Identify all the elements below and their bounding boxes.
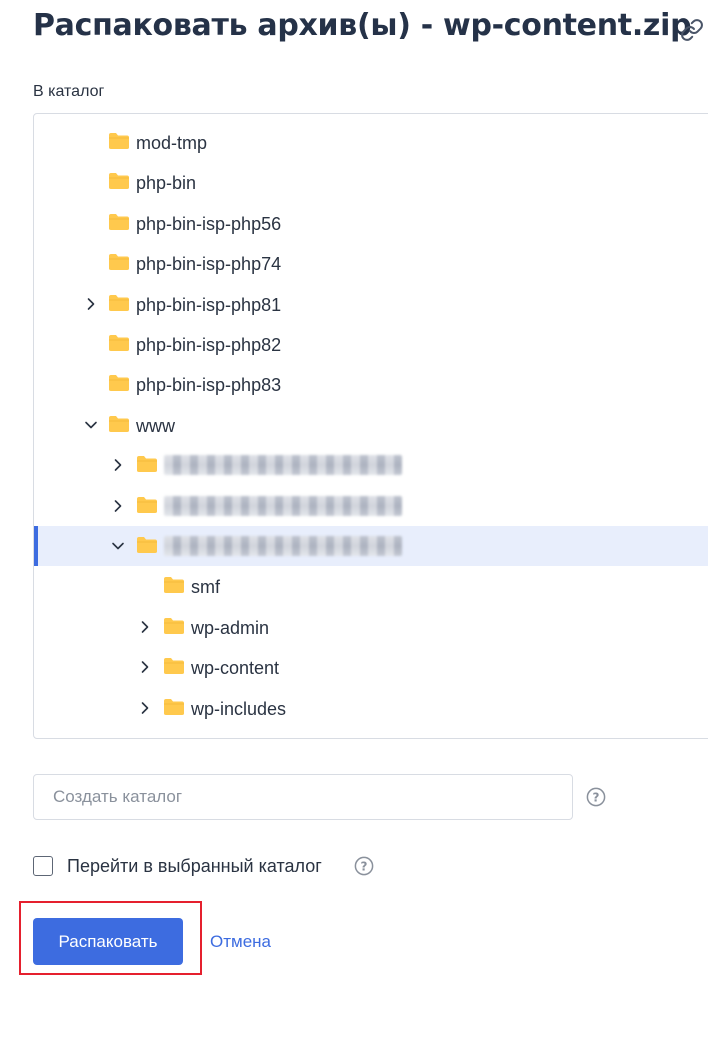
- folder-icon: [109, 335, 129, 351]
- folder-icon: [164, 698, 184, 715]
- tree-row[interactable]: php-bin-isp-php82: [34, 324, 708, 364]
- chevron-right-icon[interactable]: [111, 499, 125, 513]
- help-icon[interactable]: ?: [586, 787, 606, 807]
- tree-item-label: php-bin-isp-php82: [136, 335, 282, 355]
- dialog-title: Распаковать архив(ы) - wp-content.zip: [33, 8, 692, 43]
- tree-row[interactable]: [34, 486, 708, 526]
- redacted-folder-name: [164, 536, 402, 556]
- goto-selected-checkbox[interactable]: [33, 856, 53, 876]
- svg-text:?: ?: [593, 790, 600, 804]
- extract-button[interactable]: Распаковать: [33, 918, 183, 965]
- folder-icon: [109, 375, 129, 392]
- folder-icon: [164, 577, 184, 594]
- tree-item-label: wp-content: [191, 658, 280, 679]
- tree-item-label: mod-tmp: [136, 133, 208, 153]
- svg-text:?: ?: [361, 859, 368, 873]
- chevron-right-icon[interactable]: [138, 701, 152, 715]
- chevron-right-icon[interactable]: [111, 458, 125, 472]
- folder-icon: [109, 294, 129, 311]
- tree-row[interactable]: smf: [34, 566, 708, 606]
- tree-item-label: php-bin-isp-php83: [136, 375, 282, 396]
- tree-row[interactable]: www: [34, 405, 708, 445]
- tree-item-label: smf: [191, 577, 220, 598]
- create-directory-input[interactable]: [33, 774, 573, 820]
- chevron-down-icon[interactable]: [84, 418, 98, 432]
- folder-icon: [109, 415, 129, 432]
- tree-row[interactable]: mod-tmp: [34, 122, 708, 162]
- chevron-right-icon[interactable]: [138, 660, 152, 674]
- folder-icon: [164, 617, 184, 634]
- cancel-button[interactable]: Отмена: [210, 932, 271, 952]
- tree-row[interactable]: php-bin-isp-php56: [34, 203, 708, 243]
- tree-row[interactable]: php-bin-isp-php81: [34, 284, 708, 324]
- redacted-folder-name: [164, 495, 402, 516]
- tree-row[interactable]: php-bin-isp-php83: [34, 364, 708, 404]
- folder-icon: [109, 173, 129, 190]
- folder-icon: [109, 254, 129, 271]
- tree-item-label: wp-includes: [191, 698, 287, 719]
- redacted-folder-name: [164, 455, 402, 476]
- tree-item-label: php-bin-isp-php56: [136, 213, 282, 234]
- help-icon[interactable]: ?: [354, 856, 374, 876]
- tree-item-label: www: [136, 415, 175, 436]
- folder-icon: [137, 456, 157, 473]
- tree-item-label: wp-admin: [191, 617, 270, 638]
- tree-row[interactable]: [34, 445, 708, 485]
- chevron-right-icon[interactable]: [84, 297, 98, 311]
- tree-item-label: php-bin-isp-php81: [136, 294, 282, 315]
- tree-row[interactable]: php-bin-isp-php74: [34, 243, 708, 283]
- chevron-down-icon[interactable]: [111, 539, 125, 553]
- tree-item-label: php-bin-isp-php74: [136, 254, 282, 275]
- tree-item-label: php-bin: [136, 173, 197, 194]
- folder-icon: [164, 658, 184, 675]
- tree-row[interactable]: wp-admin: [34, 607, 708, 647]
- tree-row[interactable]: php-bin: [34, 162, 708, 202]
- goto-selected-label[interactable]: Перейти в выбранный каталог: [67, 856, 322, 877]
- folder-icon: [109, 213, 129, 230]
- directory-tree: mod-tmp php-bin php-bin-isp-php56 php-bin-i…: [33, 113, 708, 739]
- chevron-right-icon[interactable]: [138, 620, 152, 634]
- tree-row[interactable]: wp-content: [34, 647, 708, 687]
- destination-label: В каталог: [33, 83, 105, 100]
- folder-icon: [109, 133, 129, 149]
- link-icon[interactable]: [680, 18, 704, 42]
- tree-row[interactable]: [34, 526, 708, 566]
- tree-row[interactable]: wp-includes: [34, 688, 708, 728]
- folder-icon: [137, 496, 157, 513]
- folder-icon: [137, 537, 157, 553]
